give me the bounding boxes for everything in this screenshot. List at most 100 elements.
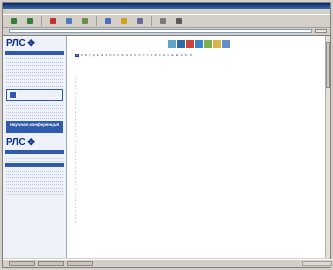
alphabet-letter[interactable]: К xyxy=(114,54,116,57)
taskbar-button[interactable] xyxy=(38,261,64,266)
header-image xyxy=(167,40,176,48)
bullet-icon: • xyxy=(75,114,76,118)
alphabet-letter[interactable]: Э xyxy=(181,54,183,57)
bullet-icon: • xyxy=(75,191,76,195)
bullet-icon: • xyxy=(75,158,76,162)
sidebar-section-header-3 xyxy=(5,163,64,168)
print-button[interactable] xyxy=(172,15,186,27)
bullet-icon: • xyxy=(75,195,76,199)
alphabet-letter[interactable]: А xyxy=(75,53,79,57)
alphabet-letter[interactable]: Щ xyxy=(176,54,178,57)
bullet-icon: • xyxy=(75,81,76,85)
vertical-scrollbar[interactable] xyxy=(325,36,330,258)
back-button[interactable] xyxy=(7,15,21,27)
alphabet-letter[interactable]: В xyxy=(85,54,87,57)
alphabet-letter[interactable]: Е xyxy=(97,54,99,57)
bullet-icon: • xyxy=(75,165,76,169)
sidebar-section-header xyxy=(5,51,64,55)
main-content: АБВГДЕЖЗИКЛМНОПРСТУФХЦЧШЩЭЮЯ • • • • • • • • • • •… xyxy=(67,36,330,258)
refresh-button[interactable] xyxy=(62,15,76,27)
toolbar-separator xyxy=(41,16,42,26)
result-item[interactable]: • xyxy=(75,221,322,225)
forward-button[interactable] xyxy=(23,15,37,27)
logo-mark-icon: ✥ xyxy=(27,37,35,48)
alphabet-letter[interactable]: Г xyxy=(89,54,90,57)
sidebar-promo-box[interactable] xyxy=(6,88,63,101)
bullet-icon: • xyxy=(75,210,76,214)
bullet-icon: • xyxy=(75,84,76,88)
logo-mark-icon: ✥ xyxy=(27,136,35,147)
bullet-icon: • xyxy=(75,176,76,180)
header-image xyxy=(221,40,230,48)
stop-icon xyxy=(50,17,56,24)
bullet-icon: • xyxy=(75,221,76,225)
sidebar-item[interactable] xyxy=(6,116,63,120)
header-image xyxy=(203,40,212,48)
address-input[interactable] xyxy=(9,28,312,34)
mail-button[interactable] xyxy=(156,15,170,27)
alphabet-letter[interactable]: Б xyxy=(81,54,83,57)
taskbar-button[interactable] xyxy=(9,261,35,266)
bullet-icon: • xyxy=(75,151,76,155)
sidebar-list-secondary xyxy=(3,103,66,120)
alphabet-letter[interactable]: Ф xyxy=(155,54,157,57)
bullet-icon: • xyxy=(75,213,76,217)
alphabet-letter[interactable]: Т xyxy=(147,54,149,57)
alphabet-letter[interactable]: Я xyxy=(190,54,192,57)
bullet-icon: • xyxy=(75,132,76,136)
printer-icon xyxy=(176,17,182,24)
scrollbar-thumb[interactable] xyxy=(326,42,330,88)
bullet-icon: • xyxy=(75,187,76,191)
sidebar-item[interactable] xyxy=(6,83,63,87)
bullet-icon: • xyxy=(75,180,76,184)
bullet-icon: • xyxy=(75,202,76,206)
address-bar xyxy=(3,28,330,34)
sidebar-item[interactable] xyxy=(6,192,63,196)
alphabet-index: АБВГДЕЖЗИКЛМНОПРСТУФХЦЧШЩЭЮЯ xyxy=(67,53,330,57)
alphabet-letter[interactable]: У xyxy=(151,54,153,57)
bullet-icon: • xyxy=(75,110,76,114)
header-image xyxy=(176,40,185,48)
alphabet-letter[interactable]: Л xyxy=(117,54,119,57)
favorites-button[interactable] xyxy=(117,15,131,27)
alphabet-letter[interactable]: Ю xyxy=(185,54,188,57)
bullet-icon: • xyxy=(75,92,76,96)
alphabet-letter[interactable]: Н xyxy=(126,54,128,57)
alphabet-letter[interactable]: Х xyxy=(159,54,161,57)
bullet-icon: • xyxy=(75,103,76,107)
conference-banner[interactable]: Научная конференция xyxy=(6,121,63,134)
bullet-icon: • xyxy=(75,143,76,147)
bullet-icon: • xyxy=(75,206,76,210)
results-list: • • • • • • • • • • • • • • • • • • • • • • • • • • • • • • • • • • • • • • • • xyxy=(75,77,322,225)
home-button[interactable] xyxy=(78,15,92,27)
alphabet-letter[interactable]: Ш xyxy=(171,54,173,57)
bullet-icon: • xyxy=(75,77,76,81)
alphabet-letter[interactable]: О xyxy=(130,54,132,57)
category-grid xyxy=(75,59,322,71)
bullet-icon: • xyxy=(75,162,76,166)
alphabet-letter[interactable]: Ч xyxy=(167,54,169,57)
alphabet-letter[interactable]: П xyxy=(134,54,136,57)
alphabet-letter[interactable]: М xyxy=(121,54,123,57)
search-icon xyxy=(105,17,111,24)
alphabet-letter[interactable]: Р xyxy=(139,54,141,57)
alphabet-letter[interactable]: З xyxy=(106,54,108,57)
alphabet-letter[interactable]: С xyxy=(143,54,145,57)
search-button[interactable] xyxy=(101,15,115,27)
stop-button[interactable] xyxy=(46,15,60,27)
sidebar-list xyxy=(3,56,66,87)
alphabet-letter[interactable]: И xyxy=(109,54,111,57)
alphabet-letter[interactable]: Ц xyxy=(163,54,165,57)
alphabet-letter[interactable]: Д xyxy=(93,54,95,57)
history-button[interactable] xyxy=(133,15,147,27)
go-button[interactable] xyxy=(315,28,327,34)
taskbar-button[interactable] xyxy=(67,261,93,266)
sidebar-list-quaternary xyxy=(3,168,66,196)
rls-logo[interactable]: РЛС ✥ xyxy=(3,36,66,50)
refresh-icon xyxy=(66,17,72,24)
bullet-icon: • xyxy=(75,125,76,129)
sidebar-item[interactable] xyxy=(6,159,63,163)
alphabet-letter[interactable]: Ж xyxy=(101,54,103,57)
bullet-icon: • xyxy=(75,173,76,177)
rls-logo-secondary[interactable]: РЛС ✥ xyxy=(3,135,66,149)
